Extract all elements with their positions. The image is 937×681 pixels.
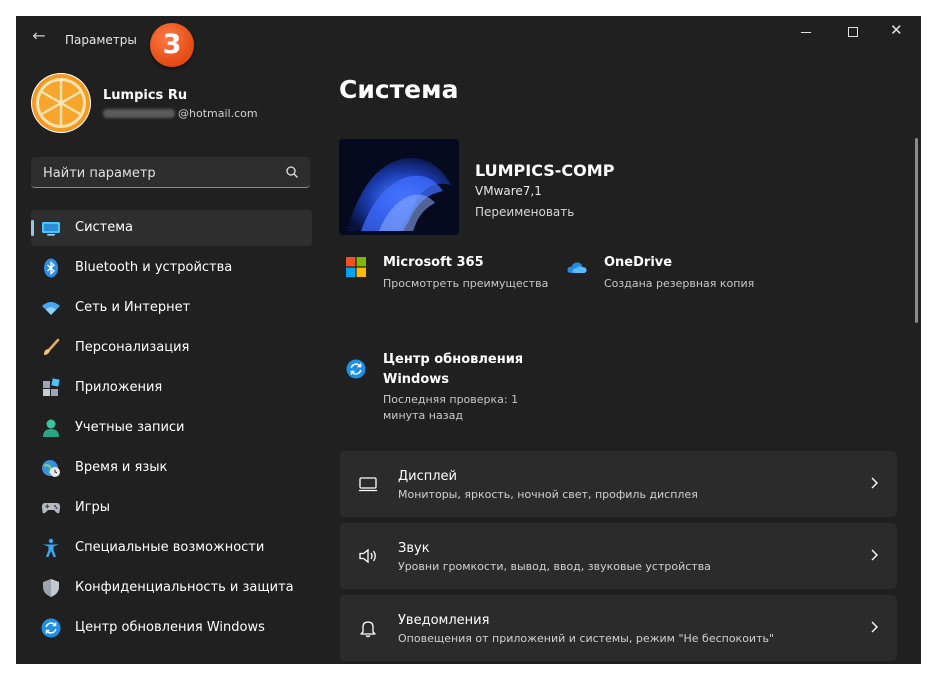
app-title: Параметры [65,33,137,47]
sidebar-item-bluetooth[interactable]: Bluetooth и устройства [31,250,312,286]
sidebar-item-personalization[interactable]: Персонализация [31,330,312,366]
sidebar-item-accounts[interactable]: Учетные записи [31,410,312,446]
search-box [31,157,310,188]
chevron-right-icon [871,477,878,489]
sound-title: Звук [398,541,430,556]
sidebar-item-label: Время и язык [75,460,168,475]
device-name: LUMPICS-COMP [475,161,615,180]
sidebar-item-windows-update[interactable]: Центр обновления Windows [31,610,312,646]
update-icon [41,618,61,638]
sidebar-item-label: Учетные записи [75,420,185,435]
globe-clock-icon [42,460,60,477]
title-bar: ← Параметры 3 ✕ [16,16,921,67]
close-button[interactable]: ✕ [881,21,917,42]
sidebar-item-system[interactable]: Система [31,210,312,246]
minimize-button[interactable] [788,22,824,42]
user-name: Lumpics Ru [103,88,188,103]
microsoft365-card[interactable]: Microsoft 365 Просмотреть преимущества [346,255,551,295]
chevron-right-icon [871,621,878,633]
microsoft365-subtitle: Просмотреть преимущества [383,277,549,290]
sidebar-item-time-language[interactable]: Время и язык [31,450,312,486]
sidebar-item-label: Центр обновления Windows [75,620,265,635]
search-input[interactable] [41,163,275,183]
brush-icon [44,338,60,355]
windows-update-subtitle: Последняя проверка: 1 минута назад [383,393,519,422]
device-wallpaper-thumbnail[interactable] [339,139,459,235]
rename-link[interactable]: Переименовать [475,205,574,219]
accessibility-icon [43,538,59,557]
display-settings-row[interactable]: Дисплей Мониторы, яркость, ночной свет, … [340,451,897,517]
sidebar-item-label: Bluetooth и устройства [75,260,233,275]
vertical-scrollbar[interactable] [915,138,918,323]
display-icon [359,477,377,492]
system-icon [42,222,60,236]
sidebar-item-accessibility[interactable]: Специальные возможности [31,530,312,566]
shield-icon [43,579,59,597]
speaker-icon [359,548,376,564]
sidebar-item-gaming[interactable]: Игры [31,490,312,526]
notifications-subtitle: Оповещения от приложений и системы, режи… [398,632,775,645]
bell-icon [360,621,376,638]
orange-slice-icon [32,74,90,132]
windows-update-card[interactable]: Центр обновления Windows Последняя прове… [346,350,566,430]
sidebar-item-label: Конфиденциальность и защита [75,580,294,595]
avatar[interactable] [31,73,91,133]
sidebar-item-label: Система [75,220,134,235]
email-redacted [103,109,175,118]
settings-window: ← Параметры 3 ✕ Lumpics Ru @hotmail.com [16,16,921,664]
wifi-icon [42,302,60,315]
sidebar-nav: Система Bluetooth и устройства Сеть и Ин… [31,210,312,650]
user-email: @hotmail.com [103,107,258,120]
gamepad-icon [42,503,60,514]
update-icon [346,359,366,379]
sidebar-item-label: Персонализация [75,340,190,355]
step-number-badge: 3 [150,23,194,67]
sound-settings-row[interactable]: Звук Уровни громкости, вывод, ввод, звук… [340,523,897,589]
windows-bloom-wallpaper-icon [339,139,459,235]
microsoft365-title: Microsoft 365 [383,255,484,270]
sidebar-item-apps[interactable]: Приложения [31,370,312,406]
chevron-right-icon [871,549,878,561]
sidebar-item-network[interactable]: Сеть и Интернет [31,290,312,326]
display-title: Дисплей [398,469,458,484]
page-title: Система [339,75,459,104]
sidebar-item-label: Приложения [75,380,163,395]
back-button[interactable]: ← [28,25,50,47]
device-model: VMware7,1 [475,184,542,198]
sidebar-item-privacy[interactable]: Конфиденциальность и защита [31,570,312,606]
windows-update-title: Центр обновления Windows [383,352,524,387]
sidebar-item-label: Сеть и Интернет [75,300,191,315]
person-icon [43,419,59,437]
close-icon: ✕ [890,21,903,39]
minimize-icon [801,32,811,33]
maximize-button[interactable] [835,22,871,42]
microsoft-logo-icon [346,257,366,277]
onedrive-subtitle: Создана резервная копия [604,277,755,290]
sound-subtitle: Уровни громкости, вывод, ввод, звуковые … [398,560,711,573]
notifications-title: Уведомления [398,613,490,628]
bluetooth-icon [44,258,58,278]
maximize-icon [848,27,858,37]
onedrive-cloud-icon [567,262,587,273]
apps-icon [43,378,60,396]
onedrive-card[interactable]: OneDrive Создана резервная копия [567,255,767,295]
onedrive-title: OneDrive [604,255,673,270]
sidebar-item-label: Игры [75,500,111,515]
sidebar-item-label: Специальные возможности [75,540,265,555]
search-icon[interactable] [285,165,299,179]
display-subtitle: Мониторы, яркость, ночной свет, профиль … [398,488,698,501]
email-domain: @hotmail.com [178,107,258,120]
arrow-left-icon: ← [32,26,46,45]
notifications-settings-row[interactable]: Уведомления Оповещения от приложений и с… [340,595,897,661]
